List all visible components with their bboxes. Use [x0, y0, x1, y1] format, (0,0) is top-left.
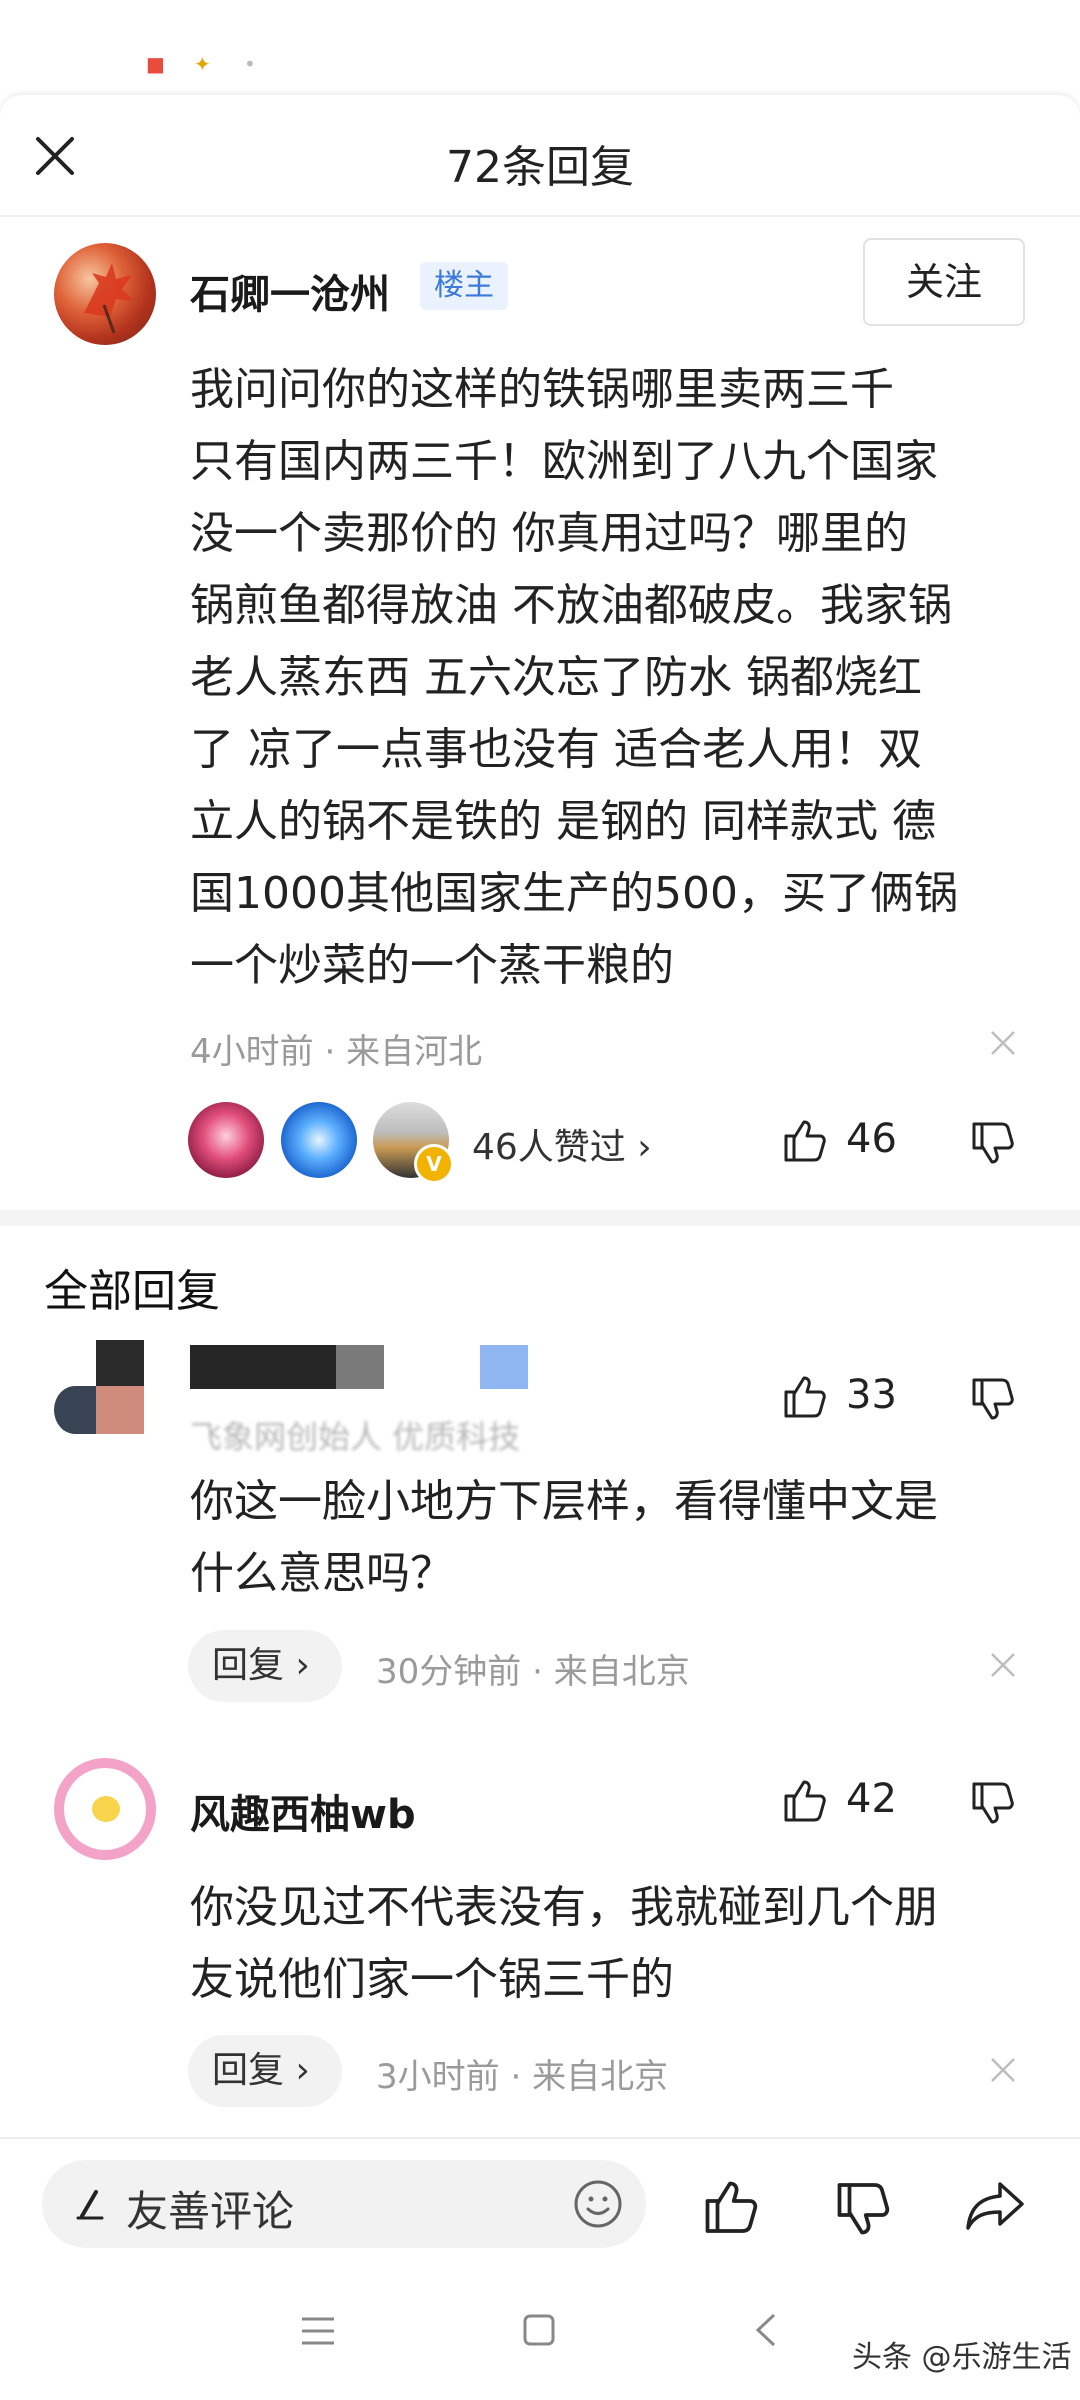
comment-line: 你没见过不代表没有，我就碰到几个朋 — [190, 1882, 938, 1933]
comment-location: 来自北京 — [553, 1652, 690, 1692]
comment-meta: 30分钟前 · 来自北京 — [376, 1644, 690, 1693]
redacted-badge — [480, 1345, 528, 1389]
section-title: 全部回复 — [44, 1266, 220, 1317]
dismiss-icon[interactable] — [988, 2055, 1018, 2085]
thumbs-up-icon[interactable] — [780, 1116, 828, 1164]
comment-meta: 4小时前 · 来自河北 — [190, 1024, 482, 1073]
comment-line: 只有国内两三千！欧洲到了八九个国家 — [190, 436, 938, 487]
op-badge: 楼主 — [420, 262, 508, 310]
comment-input[interactable]: 友善评论 — [42, 2160, 646, 2248]
like-count: 42 — [846, 1776, 897, 1822]
comment-line: 了 凉了一点事也没有 适合老人用！双 — [190, 724, 922, 775]
comment-line: 国1000其他国家生产的500，买了俩锅 — [190, 868, 958, 919]
meta-separator: · — [324, 1032, 347, 1072]
thumbs-up-icon[interactable] — [780, 1776, 828, 1824]
comment-body: 我问问你的这样的铁锅哪里卖两三千 只有国内两三千！欧洲到了八九个国家 没一个卖那… — [190, 354, 1030, 1002]
status-bar: ■ ✦ • — [0, 0, 1080, 95]
maple-leaf-icon — [84, 263, 134, 334]
comment-placeholder: 友善评论 — [126, 2187, 295, 2236]
thumbs-down-icon[interactable] — [832, 2180, 892, 2240]
thumbs-up-icon[interactable] — [700, 2176, 760, 2236]
comment-line: 老人蒸东西 五六次忘了防水 锅都烧红 — [190, 652, 922, 703]
thumbs-up-icon[interactable] — [780, 1372, 828, 1420]
thumbs-down-icon[interactable] — [968, 1376, 1016, 1424]
comment-line: 什么意思吗？ — [190, 1548, 454, 1599]
comment-line: 锅煎鱼都得放油 不放油都破皮。我家锅 — [190, 580, 952, 631]
verified-icon: V — [414, 1144, 454, 1184]
comment-line: 我问问你的这样的铁锅哪里卖两三千 — [190, 364, 894, 415]
pen-icon — [76, 2190, 104, 2220]
reply-label: 回复 — [212, 1645, 285, 1686]
comment-line: 没一个卖那价的 你真用过吗？哪里的 — [190, 508, 908, 559]
redacted-username — [190, 1345, 336, 1389]
dismiss-icon[interactable] — [988, 1650, 1018, 1680]
meta-separator: · — [532, 1652, 554, 1692]
likes-summary-text: 46人赞过 — [472, 1127, 626, 1168]
thumbs-down-icon[interactable] — [968, 1120, 1016, 1168]
avatar[interactable] — [54, 243, 156, 345]
dismiss-icon[interactable] — [988, 1028, 1018, 1058]
comment-time: 4小时前 — [190, 1032, 314, 1072]
user-description: 飞象网创始人 优质科技 — [190, 1418, 521, 1456]
section-divider — [0, 1210, 1080, 1226]
watermark: 头条 @乐游生活 — [852, 2340, 1072, 2375]
comment-location: 来自北京 — [532, 2057, 669, 2097]
avatar[interactable] — [54, 1758, 156, 1860]
share-icon[interactable] — [964, 2176, 1028, 2236]
comment-line: 友说他们家一个锅三千的 — [190, 1954, 674, 2005]
like-count: 46 — [846, 1116, 897, 1162]
meta-separator: · — [510, 2057, 533, 2097]
reply-label: 回复 — [212, 2050, 285, 2091]
notification-icon: ■ — [146, 52, 165, 76]
username[interactable]: 风趣西柚wb — [190, 1782, 416, 1840]
comment-line: 你这一脸小地方下层样，看得懂中文是 — [190, 1476, 938, 1527]
notification-icon: ✦ — [194, 52, 211, 76]
thumbs-down-icon[interactable] — [968, 1780, 1016, 1828]
chevron-right-icon: › — [284, 2050, 310, 2091]
avatar[interactable] — [54, 1340, 154, 1440]
chevron-right-icon: › — [284, 1645, 310, 1686]
comment-location: 来自河北 — [346, 1032, 483, 1072]
comment-line: 一个炒菜的一个蒸干粮的 — [190, 940, 674, 991]
emoji-icon[interactable] — [572, 2178, 624, 2230]
back-icon[interactable] — [752, 2311, 778, 2349]
likes-summary[interactable]: 46人赞过 › — [472, 1118, 652, 1170]
home-icon[interactable] — [522, 2313, 556, 2347]
like-count: 33 — [846, 1372, 897, 1418]
notification-icon: • — [244, 52, 256, 76]
comment-body: 你这一脸小地方下层样，看得懂中文是 什么意思吗？ — [190, 1466, 1030, 1610]
comment-meta: 3小时前 · 来自北京 — [376, 2049, 668, 2098]
redacted-username — [336, 1345, 384, 1389]
comment-time: 3小时前 — [376, 2057, 500, 2097]
chevron-right-icon: › — [637, 1127, 652, 1168]
username[interactable]: 石卿一沧州 — [190, 262, 390, 320]
liker-avatar[interactable] — [188, 1102, 264, 1178]
reply-button[interactable]: 回复 › — [188, 2035, 342, 2107]
comment-line: 立人的锅不是铁的 是钢的 同样款式 德 — [190, 796, 936, 847]
menu-icon[interactable] — [300, 2315, 336, 2347]
liker-avatar[interactable] — [281, 1102, 357, 1178]
sheet-header: 72条回复 — [0, 95, 1080, 217]
follow-button[interactable]: 关注 — [863, 238, 1025, 326]
comment-time: 30分钟前 — [376, 1652, 522, 1692]
reply-button[interactable]: 回复 › — [188, 1630, 342, 1702]
comment-body: 你没见过不代表没有，我就碰到几个朋 友说他们家一个锅三千的 — [190, 1872, 1030, 2016]
page-title: 72条回复 — [446, 142, 634, 193]
